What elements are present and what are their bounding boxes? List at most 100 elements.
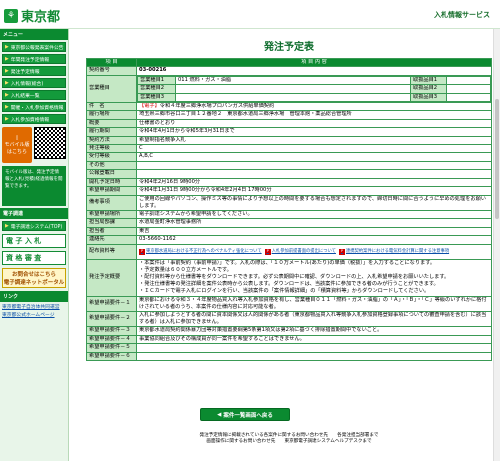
row-label: 開札予定日時 [86,177,137,188]
condition-line: ・ＩＣカードで電子入札にログインを行い、当該案件の「案件情報詳細」の「積算資料等… [139,288,430,295]
mobile-label: モバイル版 [4,142,30,148]
business-value [175,92,411,102]
condition-line: ・本案件は「事前契約（事前申請）」です。入札の際は、「１０万メートル(あたり)の… [139,259,436,266]
column-header: 項 目 内 容 [136,57,492,68]
item-value [446,84,491,94]
arrow-icon: ▶ [5,116,9,122]
sidebar-item-annual[interactable]: ▶ 年間発注予定情報 [2,54,66,64]
table-row: 希望申請要件－２ 入札に参加しようとする者の間に資本関係又は人的関係がある者（東京… [86,310,492,328]
sidebar-item-bid-info[interactable]: ▶ 入札情報(総合) [2,78,66,88]
download-label: 東京都水道局における不正行為へのペナルティ強化について [146,248,262,254]
table-row: 公報登載日 [86,169,492,179]
page-title: 発注予定表 [264,42,314,53]
row-label: 発注予定概要 [86,258,137,297]
sidebar-item-koho[interactable]: ▶ 東京都公報発表案件公告 [2,42,66,52]
item-value [446,92,491,102]
sidebar-item-bid-results[interactable]: ▶ 入札結果一覧 [2,90,66,100]
item-kind: 取扱品目1 [410,76,447,86]
sidebar-link-heading: 電子調達 [0,208,68,219]
mobile-sub: はこちら [6,149,27,155]
row-label: 希望申請要件－４ [86,334,137,345]
table-row: 希望申請要件－１ 東京都における令和３・４年度物品買入れ等入札参加資格を有し、営業… [86,295,492,312]
sidebar-item-label: 入札情報(総合) [10,81,44,87]
sidebar-item-order-plan[interactable]: ▶ 発注予定情報 [2,66,66,76]
business-value [175,84,411,94]
distribution-cell: P 東京都水道局における不正行為へのペナルティ強化について P 入札参加前提書面の提… [136,243,492,260]
arrow-icon: ▶ [5,68,9,74]
main-content: 発注予定表 項 目 項 目 内 容 契約番号 03-00216 営業種目 営業種… [86,38,492,362]
row-label: 契約番号 [86,66,137,76]
back-button-label: 案件一覧画面へ戻る [223,412,273,419]
sidebar-menu-heading: メニュー [0,29,68,40]
footer: 発注予定情報に掲載されている各案件に関するお問い合わせ先 各発注担当部署まで 画… [86,433,492,445]
arrow-icon: ▶ [5,56,9,62]
contact-line1: お問合せはこちら [11,272,56,278]
table-row: 配布資料等 P 東京都水道局における不正行為へのペナルティ強化について P 入札参加… [86,243,492,260]
table-row: 営業種目 営業種目1 011 燃料・ガス・油脂 取扱品目1 営業種目2 取扱品目… [86,74,492,104]
sidebar-item-system-top[interactable]: ▶ 電子調達システム(TOP) [2,221,66,231]
pdf-icon: P [264,248,271,255]
row-value: 令和4年2月16日 9時00分 [136,177,492,188]
logo-text: 東京都 [21,10,61,25]
row-label: 希望申請期間 [86,186,137,196]
table-row: 契約番号 03-00216 [86,66,492,76]
download-label: 入札参加前提書面の提出について [271,248,336,254]
e-bid-label: 電 子 入 札 [6,237,42,245]
electronic-tag: 【電子】 [139,103,160,110]
table-row: 履行期間 令和4年4月1日から令和5年3月31日まで [86,127,492,137]
back-arrow-icon: ◀ [217,411,222,418]
table-row: 受付等級 A,B,C [86,152,492,162]
row-value: 入札に参加しようとする者の間に資本関係又は人的関係がある者（東京都物品買入れ等競… [136,310,492,328]
table-row: 件 名 【電子】令和４年度三郷浄水場プロパンガス供給単価契約 [86,102,492,112]
download-link[interactable]: P 連携契約案件における電気料金計算に関する注意事項 [338,248,450,255]
business-kind: 営業種目3 [137,92,176,102]
sidebar-item-qualification[interactable]: ▶ 開催・入札参加資格情報 [2,102,66,112]
row-label: 契約方法 [86,135,137,146]
table-row: 希望申請期間 令和4年1月31日 9時00分から令和4年2月4日 17時00分 [86,186,492,196]
arrow-icon: ▶ [5,80,9,86]
row-label: 希望申請要件－３ [86,326,137,336]
row-label: 備考事項 [86,194,137,211]
business-subtable: 営業種目1 011 燃料・ガス・油脂 取扱品目1 営業種目2 取扱品目2 営業種… [137,76,491,102]
logo[interactable]: ⚘ 東京都 [4,6,60,25]
business-kind: 営業種目2 [137,84,176,94]
download-link[interactable]: P 東京都水道局における不正行為へのペナルティ強化について [139,248,262,255]
qualification-button[interactable]: 資 格 審 査 [2,251,66,265]
link-tokyo-official[interactable]: 東京都公式ホームページ [2,311,66,318]
sidebar: メニュー ▶ 東京都公報発表案件公告 ▶ 年間発注予定情報 ▶ 発注予定情報 ▶ 入札情… [0,29,69,461]
item-kind: 取扱品目3 [410,92,447,102]
row-label: 連絡先 [86,235,137,245]
item-value [446,76,491,86]
table-row: 担当局部課 水道局金町浄水管理事務所 [86,218,492,228]
business-row: 営業種目1 011 燃料・ガス・油脂 取扱品目1 [137,76,491,86]
arrow-icon: ▶ [5,223,9,229]
download-link[interactable]: P 入札参加前提書面の提出について [264,248,336,255]
footer-line: 画面操作に関するお問い合わせ先 東京都電子調達システムヘルプデスクまで [206,439,372,444]
contact-banner[interactable]: お問合せはこちら 電子調達ネットポータル [2,268,66,288]
back-to-list-button[interactable]: ◀ 案件一覧画面へ戻る [200,408,290,421]
table-row: 連絡先 03-5660-1162 [86,235,492,245]
table-row: その他 [86,160,492,171]
sidebar-item-entry[interactable]: ▶ 入札参加資格情報 [2,114,66,124]
qr-code-icon [34,127,66,159]
arrow-icon: ▶ [5,44,9,50]
download-label: 連携契約案件における電気料金計算に関する注意事項 [345,248,450,254]
vertical-scrollbar[interactable] [493,29,500,461]
row-value: C [136,144,492,154]
row-value: 水道局金町浄水管理事務所 [136,218,492,228]
row-value: 希望制指名競争入札 [136,135,492,146]
e-bid-button[interactable]: 電 子 入 札 [2,234,66,248]
sidebar-item-label: 入札結果一覧 [10,93,40,99]
table-row: 発注予定概要 ・本案件は「事前契約（事前申請）」です。入札の際は、「１０万メート… [86,258,492,297]
link-e-government[interactable]: 東京都電子自治体共同運営 [2,303,66,310]
table-row: 希望申請場所 電子調達システムから希望申請をしてください。 [86,209,492,220]
row-label: 配布資料等 [86,243,137,260]
contract-number: 03-00216 [136,66,492,76]
mobile-button[interactable]: ▯ モバイル版 はこちら [2,127,32,163]
table-row: 担当者 東吉 [86,226,492,237]
sidebar-item-label: 発注予定情報 [10,69,40,75]
row-value: 令和4年4月1日から令和5年3月31日まで [136,127,492,137]
table-row: 開札予定日時 令和4年2月16日 9時00分 [86,177,492,188]
scrollbar-thumb[interactable] [495,99,499,219]
row-value [136,169,492,179]
